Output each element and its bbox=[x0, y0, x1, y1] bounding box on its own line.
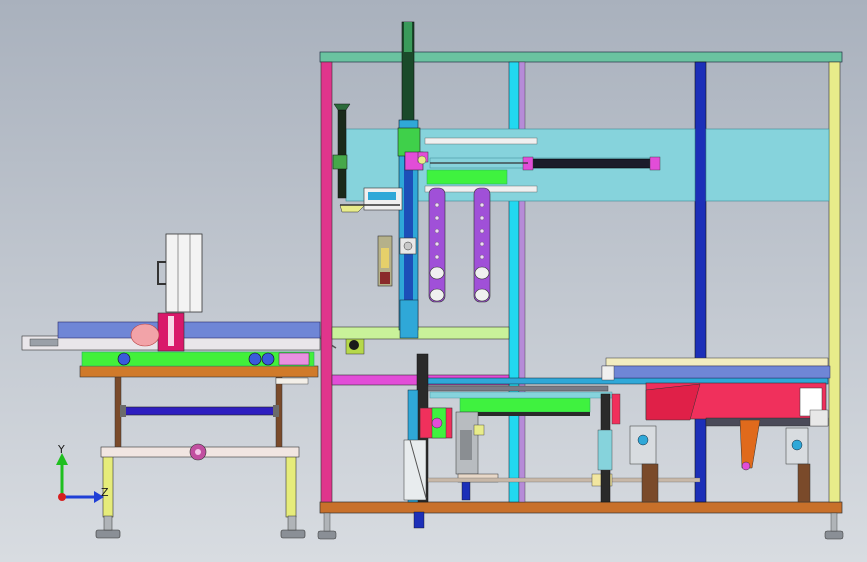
column-left-magenta bbox=[320, 61, 333, 503]
screw-support bbox=[339, 204, 366, 213]
side-block-left-leg bbox=[641, 463, 659, 503]
suction-cup-1b bbox=[429, 288, 445, 302]
infeed-foot-right bbox=[280, 529, 306, 539]
orange-arm bbox=[739, 419, 761, 469]
suction-cup-1a bbox=[429, 266, 445, 280]
column-blue bbox=[694, 61, 707, 503]
infeed-foot-stem-right bbox=[287, 515, 297, 531]
push-cylinder-cap-right bbox=[649, 156, 661, 171]
outfeed-belt-end bbox=[601, 365, 615, 381]
lower-column-panel bbox=[403, 439, 427, 501]
tape-arm-post bbox=[461, 481, 471, 501]
side-block-left-bolt bbox=[637, 434, 649, 446]
mid-support-panel bbox=[597, 429, 613, 471]
upper-green-bar bbox=[426, 169, 508, 185]
z-axis-label: Z bbox=[101, 486, 109, 499]
pusher-insert bbox=[168, 316, 174, 346]
vertical-cylinder-end bbox=[380, 272, 390, 284]
infeed-slot bbox=[275, 377, 309, 385]
column-cyan bbox=[508, 61, 520, 503]
center-post-foot bbox=[413, 511, 425, 529]
side-block-right-bolt bbox=[791, 439, 803, 451]
vertical-cylinder-window bbox=[381, 248, 389, 268]
frame-foot-stem-1 bbox=[323, 512, 331, 532]
lift-brake-screw bbox=[403, 241, 413, 251]
machine-drawing: Y Z bbox=[21, 21, 844, 540]
y-axis-label: Y bbox=[57, 443, 65, 456]
rail-roller-1 bbox=[117, 352, 131, 366]
cad-viewport[interactable]: Y Z bbox=[0, 0, 867, 562]
outfeed-top-plate bbox=[605, 357, 829, 367]
carton-magazine bbox=[165, 233, 203, 313]
infeed-table-top bbox=[79, 365, 319, 378]
tape-arm-knob bbox=[473, 424, 485, 436]
infeed-foot-stem-left bbox=[103, 515, 113, 531]
guide-window bbox=[368, 192, 396, 200]
mid-crossbar bbox=[331, 326, 510, 340]
orange-arm-pivot bbox=[741, 461, 751, 471]
column-cyan-backing bbox=[518, 61, 526, 503]
top-rail-1 bbox=[424, 137, 538, 145]
suction-cup-2b bbox=[474, 288, 490, 302]
rail-roller-3 bbox=[261, 352, 275, 366]
tape-arm-inner bbox=[460, 430, 472, 460]
infeed-foot-left bbox=[95, 529, 121, 539]
sensor-lens bbox=[349, 340, 359, 350]
fold-cyan-strip bbox=[429, 391, 613, 399]
push-cylinder bbox=[527, 158, 653, 169]
outfeed-belt bbox=[601, 365, 831, 379]
upper-panel-right bbox=[705, 128, 830, 202]
x-axis-dot bbox=[58, 493, 66, 501]
infeed-leg-right bbox=[285, 454, 297, 518]
outfeed-lower-rail bbox=[705, 417, 829, 427]
bottom-rod bbox=[427, 477, 701, 483]
suction-cup-2a bbox=[474, 266, 490, 280]
corner-cap bbox=[809, 409, 829, 427]
infeed-belt-end bbox=[29, 338, 59, 347]
frame-foot-1 bbox=[317, 530, 337, 540]
long-rail-grey bbox=[427, 385, 609, 392]
base-beam bbox=[319, 501, 843, 514]
clamp-pivot bbox=[417, 155, 427, 165]
adjust-knob-center bbox=[195, 449, 201, 455]
screw-handwheel bbox=[333, 103, 351, 111]
taping-roll bbox=[431, 417, 443, 429]
infeed-mid-bar-cap-right bbox=[273, 405, 279, 417]
rail-roller-2 bbox=[248, 352, 262, 366]
column-right-yellow bbox=[828, 61, 841, 503]
fold-green-plate bbox=[459, 397, 591, 413]
frame-foot-2 bbox=[824, 530, 844, 540]
side-block-right-leg bbox=[797, 463, 811, 503]
screw-nut bbox=[332, 154, 348, 170]
magazine-handle bbox=[157, 261, 166, 285]
infeed-mid-bar-cap-left bbox=[120, 405, 126, 417]
infeed-mid-bar bbox=[123, 406, 277, 416]
infeed-belt bbox=[57, 321, 321, 339]
pusher-cup bbox=[130, 323, 160, 347]
infeed-rail-bracket bbox=[278, 352, 310, 366]
screw-shaft bbox=[337, 109, 347, 199]
lift-rod-cap bbox=[404, 22, 412, 52]
main-frame bbox=[317, 51, 844, 540]
infeed-conveyor bbox=[21, 233, 365, 539]
fold-dark-strip bbox=[460, 412, 590, 416]
top-beam bbox=[319, 51, 843, 63]
frame-foot-stem-2 bbox=[830, 512, 838, 532]
lift-column-lower bbox=[399, 299, 419, 339]
mid-support-red bbox=[611, 393, 621, 425]
